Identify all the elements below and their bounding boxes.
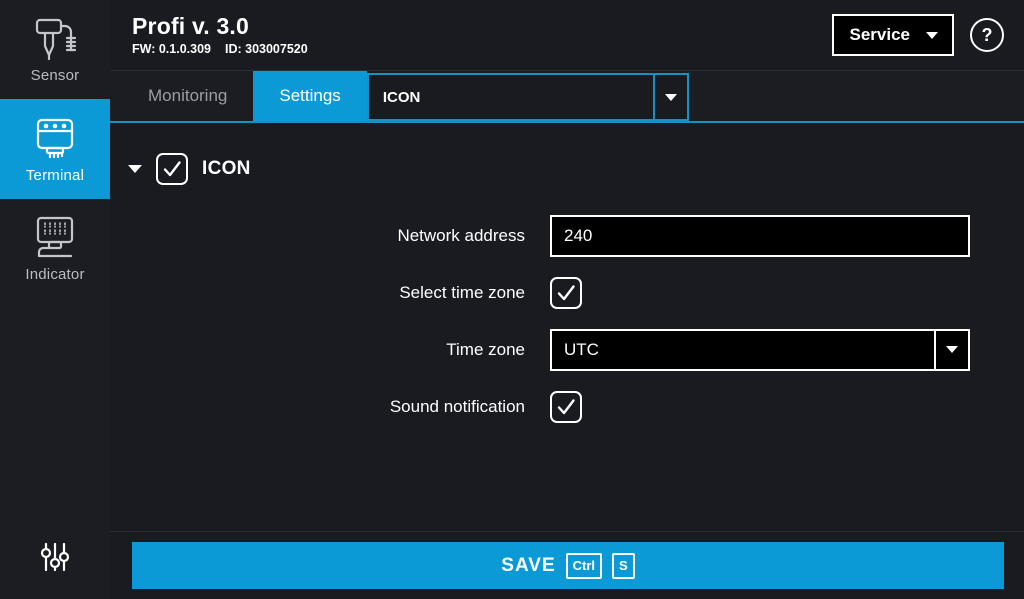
- terminal-device-icon: [26, 115, 84, 163]
- tab-settings[interactable]: Settings: [253, 71, 367, 121]
- label-time-zone: Time zone: [446, 339, 525, 359]
- indicator-panel-icon: [26, 214, 84, 262]
- group-header-icon: ICON: [128, 153, 1004, 185]
- sidebar-item-terminal[interactable]: Terminal: [0, 99, 110, 199]
- device-selector-value[interactable]: ICON: [366, 73, 653, 121]
- firmware-version: FW: 0.1.0.309: [132, 42, 211, 56]
- sidebar: Sensor Terminal Indicator: [0, 0, 110, 599]
- chevron-down-icon: [664, 93, 677, 101]
- sensor-probe-icon: [26, 15, 84, 63]
- shortcut-s-key: S: [612, 552, 635, 579]
- time-zone-select-value[interactable]: UTC: [550, 328, 934, 371]
- header-title-block: Profi v. 3.0 FW: 0.1.0.309 ID: 303007520: [132, 13, 832, 57]
- header-actions: Service ?: [831, 14, 1004, 56]
- device-id: ID: 303007520: [224, 42, 308, 56]
- time-zone-select: UTC: [550, 328, 970, 371]
- service-dropdown-button[interactable]: Service: [831, 14, 954, 56]
- label-sound-notification: Sound notification: [389, 396, 525, 416]
- sidebar-item-sensor[interactable]: Sensor: [0, 0, 110, 99]
- sidebar-item-indicator[interactable]: Indicator: [0, 199, 110, 298]
- field-network-address: [550, 214, 1004, 257]
- footer: SAVE Ctrl S: [110, 531, 1024, 599]
- main-area: Profi v. 3.0 FW: 0.1.0.309 ID: 303007520…: [110, 0, 1024, 599]
- save-button-label: SAVE: [501, 554, 556, 576]
- page-title: Profi v. 3.0: [132, 13, 250, 39]
- row-network-address: Network address: [120, 207, 1004, 264]
- save-button[interactable]: SAVE Ctrl S: [132, 542, 1004, 589]
- label-network-address: Network address: [397, 225, 525, 245]
- group-enable-checkbox[interactable]: [156, 153, 188, 185]
- tab-monitoring[interactable]: Monitoring: [122, 71, 253, 121]
- sidebar-item-label-terminal: Terminal: [25, 166, 85, 184]
- select-time-zone-checkbox[interactable]: [550, 276, 582, 309]
- service-dropdown-label: Service: [849, 25, 911, 44]
- chevron-down-icon: [926, 31, 938, 39]
- sidebar-item-label-sensor: Sensor: [30, 67, 80, 84]
- row-sound-notification: Sound notification: [120, 378, 1004, 435]
- sound-notification-checkbox[interactable]: [550, 390, 582, 423]
- tab-bar: Monitoring Settings ICON: [110, 71, 1024, 123]
- device-selector: ICON: [366, 73, 689, 121]
- group-label: ICON: [202, 158, 251, 179]
- chevron-down-icon: [946, 346, 958, 353]
- time-zone-select-toggle[interactable]: [934, 328, 970, 371]
- row-select-time-zone: Select time zone: [120, 264, 1004, 321]
- header-meta: FW: 0.1.0.309 ID: 303007520: [132, 42, 832, 57]
- settings-content: ICON Network address Select time zone: [110, 123, 1024, 531]
- device-selector-toggle[interactable]: [652, 73, 689, 121]
- help-button[interactable]: ?: [970, 18, 1004, 52]
- network-address-input[interactable]: [550, 214, 970, 257]
- row-time-zone: Time zone UTC: [120, 321, 1004, 378]
- header: Profi v. 3.0 FW: 0.1.0.309 ID: 303007520…: [110, 0, 1024, 71]
- settings-form: Network address Select time zone: [120, 207, 1004, 435]
- app-window: Sensor Terminal Indicator Profi v. 3.0 F…: [0, 0, 1024, 599]
- field-sound-notification: [550, 390, 1004, 423]
- collapse-triangle-icon[interactable]: [128, 165, 142, 173]
- field-select-time-zone: [550, 276, 1004, 309]
- field-time-zone: UTC: [550, 328, 1004, 371]
- sidebar-settings-button[interactable]: [0, 520, 110, 599]
- sliders-settings-icon: [35, 537, 75, 582]
- sidebar-item-label-indicator: Indicator: [25, 266, 85, 283]
- shortcut-ctrl-key: Ctrl: [565, 552, 603, 579]
- label-select-time-zone: Select time zone: [399, 282, 525, 302]
